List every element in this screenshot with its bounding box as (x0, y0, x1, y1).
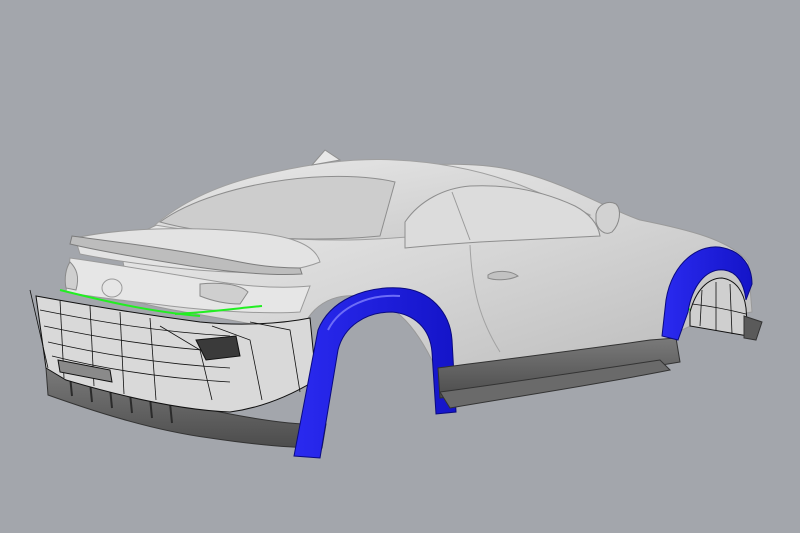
3d-viewport[interactable] (0, 0, 800, 533)
viewport-canvas[interactable] (0, 0, 800, 533)
